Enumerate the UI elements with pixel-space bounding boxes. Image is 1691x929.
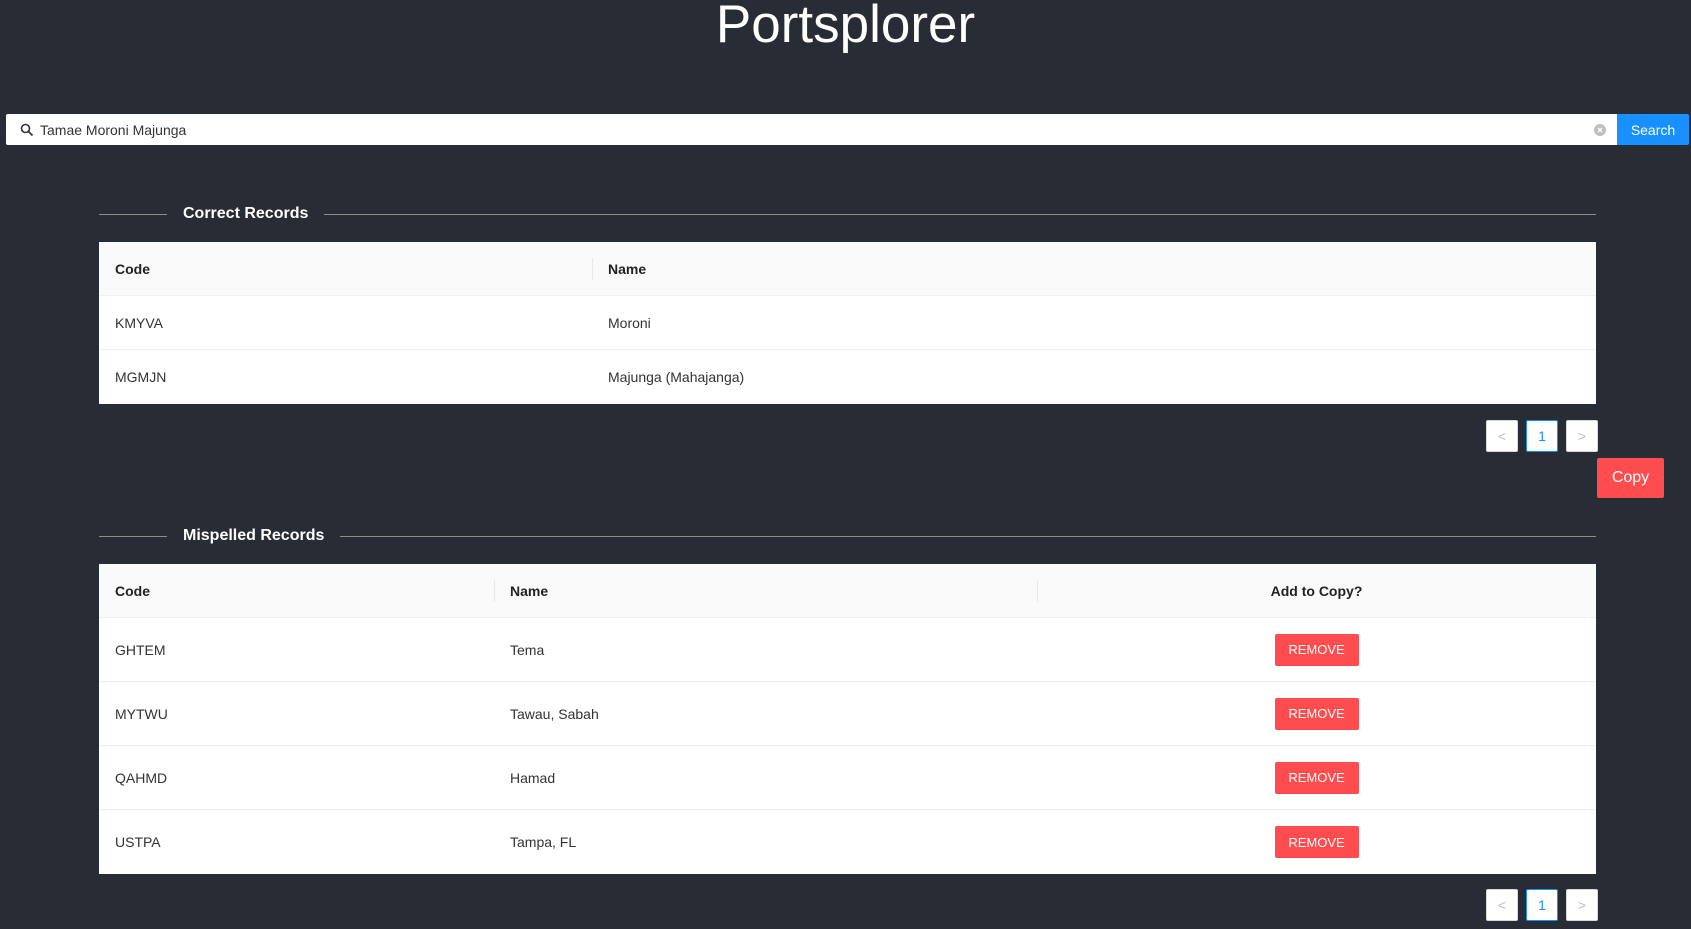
code-cell: MGMJN bbox=[115, 369, 167, 385]
name-cell: Tema bbox=[510, 641, 545, 658]
page-1-button[interactable]: 1 bbox=[1526, 889, 1558, 921]
chevron-left-icon[interactable]: < bbox=[1486, 889, 1518, 921]
correct-records-table: Code Name KMYVA Moroni MGMJN Majunga (Ma… bbox=[99, 242, 1596, 404]
table-row: QAHMD Hamad REMOVE bbox=[99, 746, 1596, 810]
column-header-name: Name bbox=[494, 583, 1037, 599]
action-cell: REMOVE bbox=[1037, 633, 1596, 666]
action-cell: REMOVE bbox=[1037, 761, 1596, 794]
misspelled-records-table: Code Name Add to Copy? GHTEM Tema REMOVE… bbox=[99, 564, 1596, 874]
remove-button[interactable]: REMOVE bbox=[1274, 826, 1359, 858]
divider-line bbox=[340, 535, 1596, 537]
close-circle-icon[interactable] bbox=[1593, 123, 1607, 137]
code-cell: KMYVA bbox=[115, 314, 163, 331]
misspelled-records-divider: Mispelled Records bbox=[99, 526, 1596, 546]
name-cell: Hamad bbox=[510, 769, 556, 786]
column-header-code: Code bbox=[115, 260, 150, 277]
search-field[interactable] bbox=[6, 114, 1617, 145]
chevron-right-icon[interactable]: > bbox=[1566, 420, 1598, 452]
table-header: Code Name bbox=[99, 242, 1596, 296]
chevron-left-icon[interactable]: < bbox=[1486, 420, 1518, 452]
name-cell: Majunga (Mahajanga) bbox=[608, 369, 745, 385]
search-bar: Search bbox=[6, 114, 1689, 145]
app-title: Portsplorer bbox=[715, 0, 976, 54]
action-cell: REMOVE bbox=[1037, 826, 1596, 858]
divider-line bbox=[99, 535, 167, 537]
search-icon bbox=[20, 122, 36, 138]
divider-line bbox=[324, 213, 1596, 215]
column-header-name: Name bbox=[592, 261, 1596, 277]
table-row: KMYVA Moroni bbox=[99, 296, 1596, 350]
name-cell: Tawau, Sabah bbox=[510, 705, 599, 722]
chevron-right-icon[interactable]: > bbox=[1566, 889, 1598, 921]
code-cell: GHTEM bbox=[115, 641, 166, 658]
correct-records-divider: Correct Records bbox=[99, 204, 1596, 224]
code-cell: USTPA bbox=[115, 834, 161, 850]
table-row: MYTWU Tawau, Sabah REMOVE bbox=[99, 682, 1596, 746]
divider-line bbox=[99, 213, 167, 215]
column-header-code: Code bbox=[115, 582, 150, 599]
misspelled-pagination: < 1 > bbox=[1486, 889, 1598, 921]
code-cell: QAHMD bbox=[115, 769, 168, 786]
code-cell: MYTWU bbox=[115, 705, 168, 722]
search-input[interactable] bbox=[40, 121, 1593, 138]
page-1-button[interactable]: 1 bbox=[1526, 420, 1558, 452]
name-cell: Tampa, FL bbox=[510, 834, 577, 850]
correct-pagination: < 1 > bbox=[1486, 420, 1598, 452]
table-header: Code Name Add to Copy? bbox=[99, 564, 1596, 618]
remove-button[interactable]: REMOVE bbox=[1274, 697, 1359, 730]
remove-button[interactable]: REMOVE bbox=[1274, 633, 1359, 666]
search-button[interactable]: Search bbox=[1617, 114, 1689, 145]
table-row: MGMJN Majunga (Mahajanga) bbox=[99, 350, 1596, 404]
name-cell: Moroni bbox=[608, 314, 651, 331]
correct-records-title: Correct Records bbox=[183, 205, 309, 222]
column-header-add-to-copy: Add to Copy? bbox=[1037, 583, 1596, 599]
action-cell: REMOVE bbox=[1037, 697, 1596, 730]
copy-button[interactable]: Copy bbox=[1597, 458, 1664, 498]
remove-button[interactable]: REMOVE bbox=[1274, 761, 1359, 794]
table-row: GHTEM Tema REMOVE bbox=[99, 618, 1596, 682]
table-row: USTPA Tampa, FL REMOVE bbox=[99, 810, 1596, 874]
misspelled-records-title: Mispelled Records bbox=[183, 527, 325, 544]
